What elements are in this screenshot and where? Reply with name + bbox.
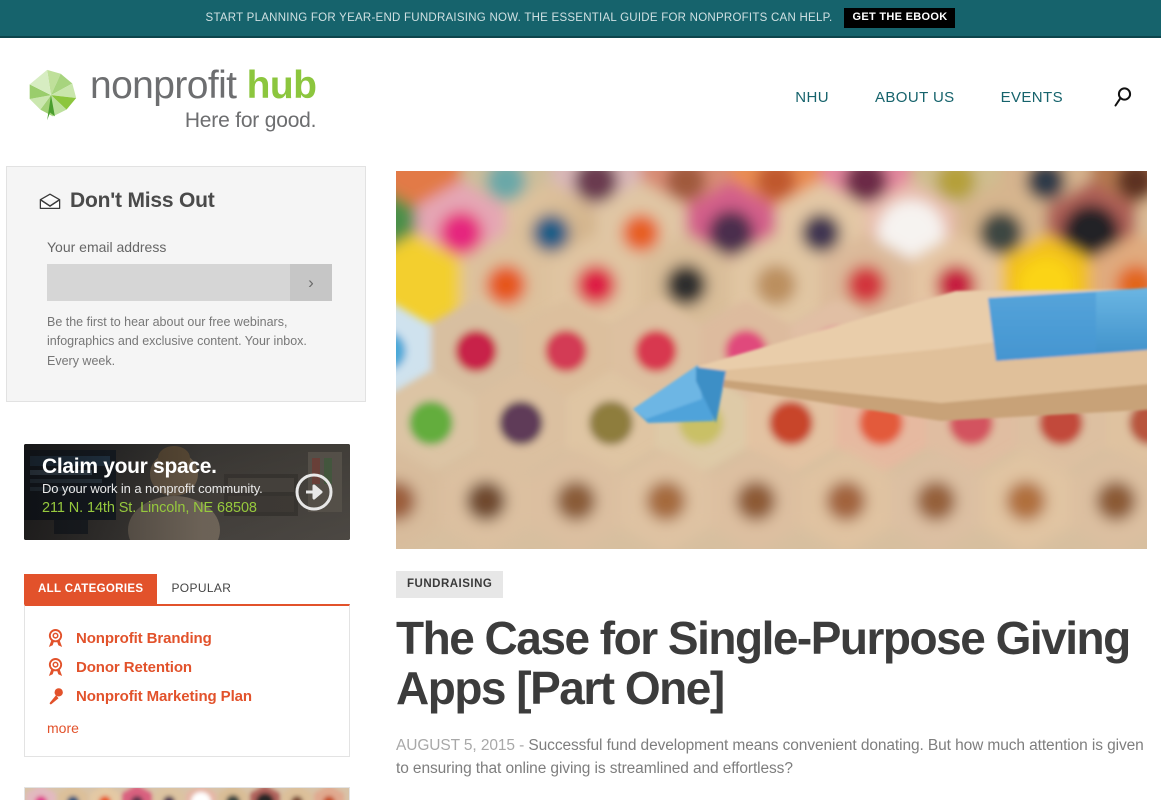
circle-arrow-right-icon[interactable]	[294, 472, 334, 512]
envelope-icon	[39, 193, 61, 210]
chevron-right-icon[interactable]: ›	[290, 264, 332, 301]
article-excerpt: AUGUST 5, 2015 - Successful fund develop…	[396, 735, 1147, 780]
article-category-badge[interactable]: FUNDRAISING	[396, 571, 504, 598]
brand-name-primary: nonprofit	[90, 63, 237, 107]
main-navigation: NHU ABOUT US EVENTS	[795, 86, 1133, 108]
site-header: nonprofit hub Here for good. NHU ABOUT U…	[0, 38, 1161, 156]
category-item-nonprofit-marketing-plan[interactable]: Nonprofit Marketing Plan	[25, 682, 349, 711]
category-item-nonprofit-branding[interactable]: Nonprofit Branding	[25, 624, 349, 653]
award-ribbon-icon	[47, 658, 64, 677]
category-label: Donor Retention	[76, 659, 192, 677]
category-item-donor-retention[interactable]: Donor Retention	[25, 653, 349, 682]
article-title[interactable]: The Case for Single-Purpose Giving Apps …	[396, 613, 1147, 713]
award-ribbon-icon	[47, 629, 64, 648]
pinwheel-flower-logo-icon	[20, 66, 82, 128]
nav-item-events[interactable]: EVENTS	[1001, 89, 1063, 106]
promo-bar: START PLANNING FOR YEAR-END FUNDRAISING …	[0, 0, 1161, 38]
brand-name-secondary: hub	[246, 63, 317, 107]
sidebar: Don't Miss Out Your email address › Be t…	[6, 166, 366, 800]
search-icon[interactable]	[1113, 86, 1133, 108]
main-content: FUNDRAISING The Case for Single-Purpose …	[396, 166, 1147, 780]
tab-popular[interactable]: POPULAR	[157, 572, 245, 604]
claim-banner-title: Claim your space.	[42, 455, 217, 479]
newsletter-signup-panel: Don't Miss Out Your email address › Be t…	[6, 166, 366, 403]
claim-banner-subtitle: Do your work in a nonprofit community.	[42, 481, 263, 497]
claim-banner-address: 211 N. 14th St. Lincoln, NE 68508	[42, 500, 257, 517]
colored-pencils-photo	[396, 171, 1147, 549]
email-signup-row: ›	[47, 264, 332, 301]
microphone-icon	[47, 687, 64, 706]
article-date-separator: -	[514, 737, 529, 755]
email-field-label: Your email address	[47, 239, 167, 255]
category-label: Nonprofit Branding	[76, 630, 212, 648]
categories-list-panel: Nonprofit Branding Donor Retention Nonpr…	[24, 604, 350, 758]
article-hero-image[interactable]	[396, 171, 1147, 549]
categories-more-link[interactable]: more	[47, 720, 79, 736]
signup-description: Be the first to hear about our free webi…	[47, 315, 307, 368]
article-date: AUGUST 5, 2015	[396, 737, 515, 755]
email-input[interactable]	[47, 264, 290, 301]
colored-pencils-photo	[25, 788, 349, 800]
promo-message: START PLANNING FOR YEAR-END FUNDRAISING …	[205, 12, 833, 24]
nav-item-nhu[interactable]: NHU	[795, 89, 829, 106]
brand-tagline: Here for good.	[184, 108, 317, 132]
category-label: Nonprofit Marketing Plan	[76, 688, 252, 706]
categories-widget: ALL CATEGORIES POPULAR Nonprofit Brandin…	[24, 572, 350, 758]
signup-title: Don't Miss Out	[70, 189, 215, 212]
nav-item-about-us[interactable]: ABOUT US	[875, 89, 955, 106]
page-body: Don't Miss Out Your email address › Be t…	[0, 156, 1161, 800]
signup-header: Don't Miss Out	[39, 189, 333, 213]
claim-banner-copy: Claim your space. Do your work in a nonp…	[42, 455, 297, 517]
get-the-ebook-button[interactable]: GET THE EBOOK	[844, 8, 956, 28]
tab-all-categories[interactable]: ALL CATEGORIES	[24, 574, 158, 605]
claim-your-space-banner[interactable]: Claim your space. Do your work in a nonp…	[24, 444, 350, 541]
brand-logo-link[interactable]: nonprofit hub Here for good.	[20, 63, 317, 132]
categories-tab-bar: ALL CATEGORIES POPULAR	[24, 572, 350, 605]
sidebar-post-thumbnail[interactable]	[24, 787, 350, 800]
